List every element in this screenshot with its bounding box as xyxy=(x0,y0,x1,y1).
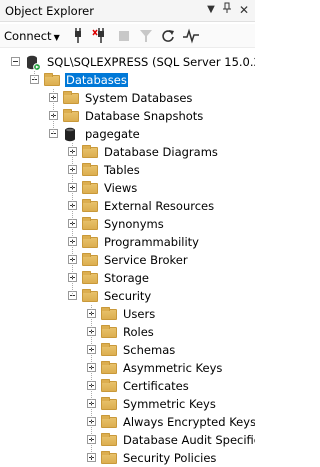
folder-icon xyxy=(82,235,98,248)
chevron-down-icon: ▼ xyxy=(53,33,60,42)
tree-connector-line xyxy=(34,71,35,80)
folder-icon xyxy=(63,91,79,104)
tree-node[interactable]: Synonyms xyxy=(0,215,255,233)
tree-node-label: Roles xyxy=(123,325,154,339)
tree-node[interactable]: SQL\SQLEXPRESS (SQL Server 15.0.2000 xyxy=(0,53,255,71)
folder-icon xyxy=(82,163,98,176)
tree-node-label: Views xyxy=(104,181,138,195)
tree-node-label: Security Policies xyxy=(123,451,217,465)
tree-node-label: Database Audit Specifica xyxy=(123,433,255,447)
connect-button[interactable]: Connect ▼ xyxy=(4,28,64,44)
tree-connector-line xyxy=(53,89,54,134)
folder-icon xyxy=(101,379,117,392)
tree-node-label: Asymmetric Keys xyxy=(123,361,223,375)
folder-icon xyxy=(101,361,117,374)
object-explorer-titlebar: Object Explorer ▼ ✕ xyxy=(0,0,255,22)
folder-icon xyxy=(44,73,60,86)
tree-node[interactable]: Databases xyxy=(0,71,255,89)
tree-node[interactable]: Roles xyxy=(0,323,255,341)
tree-node[interactable]: Views xyxy=(0,179,255,197)
tree-connector-line xyxy=(91,305,92,458)
tree-node[interactable]: Always Encrypted Keys xyxy=(0,413,255,431)
close-icon[interactable]: ✕ xyxy=(236,2,252,18)
folder-icon xyxy=(101,397,117,410)
window-title: Object Explorer xyxy=(5,4,94,18)
folder-icon xyxy=(82,181,98,194)
collapse-minus-icon[interactable] xyxy=(11,57,20,66)
tree-node-label: Programmability xyxy=(104,235,199,249)
tree-node[interactable]: Programmability xyxy=(0,233,255,251)
tree-node-label: External Resources xyxy=(104,199,215,213)
tree-node-label: Always Encrypted Keys xyxy=(123,415,255,429)
tree-node-label: Service Broker xyxy=(104,253,188,267)
filter-icon[interactable] xyxy=(138,28,154,44)
folder-icon xyxy=(101,307,117,320)
tree-node-label: Users xyxy=(123,307,156,321)
tree-node[interactable]: External Resources xyxy=(0,197,255,215)
tree-node[interactable]: Symmetric Keys xyxy=(0,395,255,413)
refresh-icon[interactable] xyxy=(160,28,176,44)
tree-node[interactable]: Certificates xyxy=(0,377,255,395)
tree-node-label: Database Snapshots xyxy=(85,109,204,123)
tree-node-label: Security xyxy=(104,289,152,303)
folder-icon xyxy=(101,343,117,356)
tree-node-label: Synonyms xyxy=(104,217,164,231)
tree-node[interactable]: Service Broker xyxy=(0,251,255,269)
folder-icon xyxy=(63,109,79,122)
tree-node[interactable]: Security Policies xyxy=(0,449,255,467)
activity-monitor-icon[interactable] xyxy=(182,28,200,44)
folder-icon xyxy=(82,217,98,230)
stop-icon[interactable] xyxy=(116,28,132,44)
tree-node[interactable]: pagegate xyxy=(0,125,255,143)
object-explorer-toolbar: Connect ▼ xyxy=(0,24,255,48)
tree-node-label: Database Diagrams xyxy=(104,145,218,159)
server-icon xyxy=(25,55,41,71)
tree-node[interactable]: Users xyxy=(0,305,255,323)
folder-icon xyxy=(82,145,98,158)
pin-icon[interactable] xyxy=(219,2,235,18)
folder-icon xyxy=(101,451,117,464)
folder-icon xyxy=(101,325,117,338)
tree-node-label: System Databases xyxy=(85,91,193,105)
tree-node[interactable]: System Databases xyxy=(0,89,255,107)
tree-node[interactable]: Schemas xyxy=(0,341,255,359)
tree-node[interactable]: Database Snapshots xyxy=(0,107,255,125)
tree-node[interactable]: Storage xyxy=(0,269,255,287)
tree-node-label: Databases xyxy=(65,73,128,87)
tree-node-label: Certificates xyxy=(123,379,189,393)
tree-node[interactable]: Tables xyxy=(0,161,255,179)
folder-icon xyxy=(82,271,98,284)
tree-node-label: Tables xyxy=(104,163,140,177)
folder-icon xyxy=(101,433,117,446)
tree-node[interactable]: Database Audit Specifica xyxy=(0,431,255,449)
tree-node[interactable]: Asymmetric Keys xyxy=(0,359,255,377)
tree-connector-line xyxy=(72,143,73,296)
tree-node[interactable]: Security xyxy=(0,287,255,305)
object-explorer-tree: SQL\SQLEXPRESS (SQL Server 15.0.2000 Data… xyxy=(0,50,255,467)
tree-node[interactable]: Database Diagrams xyxy=(0,143,255,161)
connect-plug-icon[interactable] xyxy=(70,28,86,44)
database-icon xyxy=(63,127,79,142)
tree-node-label: SQL\SQLEXPRESS (SQL Server 15.0.2000 xyxy=(47,55,255,69)
folder-icon xyxy=(101,415,117,428)
disconnect-icon[interactable] xyxy=(92,28,110,44)
tree-node-label: Storage xyxy=(104,271,149,285)
folder-icon xyxy=(82,199,98,212)
tree-node-label: Schemas xyxy=(123,343,176,357)
connect-label: Connect xyxy=(4,29,52,43)
dropdown-arrow-icon[interactable]: ▼ xyxy=(203,2,219,18)
tree-node-label: Symmetric Keys xyxy=(123,397,216,411)
folder-icon xyxy=(82,289,98,302)
tree-node-label: pagegate xyxy=(85,127,140,141)
folder-icon xyxy=(82,253,98,266)
